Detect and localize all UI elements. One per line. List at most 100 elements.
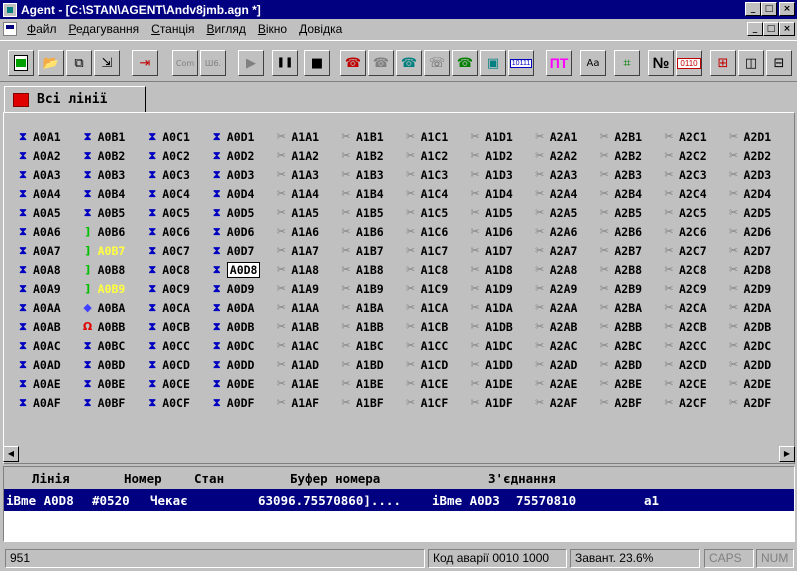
line-cell-a2bc[interactable]: ✂ A2BC xyxy=(597,336,662,355)
line-cell-a0b9[interactable]: ] A0B9 xyxy=(81,279,146,298)
line-cell-a2c2[interactable]: ✂ A2C2 xyxy=(662,146,727,165)
line-cell-a0de[interactable]: ⧗ A0DE xyxy=(210,374,275,393)
line-cell-a0a3[interactable]: ⧗ A0A3 xyxy=(16,165,81,184)
line-cell-a1a9[interactable]: ✂ A1A9 xyxy=(274,279,339,298)
line-cell-a0a8[interactable]: ⧗ A0A8 xyxy=(16,260,81,279)
menu-help[interactable]: Довідка xyxy=(293,20,348,38)
line-cell-a2af[interactable]: ✂ A2AF xyxy=(533,393,598,412)
line-cell-a0db[interactable]: ⧗ A0DB xyxy=(210,317,275,336)
line-cell-a0b4[interactable]: ⧗ A0B4 xyxy=(81,184,146,203)
line-cell-a0dc[interactable]: ⧗ A0DC xyxy=(210,336,275,355)
line-cell-a2d7[interactable]: ✂ A2D7 xyxy=(727,241,792,260)
line-cell-a0d2[interactable]: ⧗ A0D2 xyxy=(210,146,275,165)
line-cell-a0b6[interactable]: ] A0B6 xyxy=(81,222,146,241)
line-cell-a2a6[interactable]: ✂ A2A6 xyxy=(533,222,598,241)
line-cell-a2c5[interactable]: ✂ A2C5 xyxy=(662,203,727,222)
line-cell-a1a6[interactable]: ✂ A1A6 xyxy=(274,222,339,241)
font-button[interactable]: Aa xyxy=(580,50,606,76)
line-cell-a2aa[interactable]: ✂ A2AA xyxy=(533,298,598,317)
menu-file[interactable]: Файл xyxy=(21,20,63,38)
line-cell-a2d4[interactable]: ✂ A2D4 xyxy=(727,184,792,203)
split-vertical-button[interactable]: ◫ xyxy=(738,50,764,76)
number-button[interactable]: № xyxy=(648,50,674,76)
line-cell-a2c7[interactable]: ✂ A2C7 xyxy=(662,241,727,260)
line-cell-a1d2[interactable]: ✂ A1D2 xyxy=(468,146,533,165)
line-cell-a2d9[interactable]: ✂ A2D9 xyxy=(727,279,792,298)
line-cell-a0bc[interactable]: ⧗ A0BC xyxy=(81,336,146,355)
line-cell-a2c4[interactable]: ✂ A2C4 xyxy=(662,184,727,203)
line-cell-a2cc[interactable]: ✂ A2CC xyxy=(662,336,727,355)
bits-button[interactable]: 10111 xyxy=(508,50,534,76)
line-cell-a2da[interactable]: ✂ A2DA xyxy=(727,298,792,317)
line-cell-a0ba[interactable]: ◆ A0BA xyxy=(81,298,146,317)
line-cell-a1a7[interactable]: ✂ A1A7 xyxy=(274,241,339,260)
menu-edit[interactable]: Редагування xyxy=(63,20,146,38)
line-cell-a2bf[interactable]: ✂ A2BF xyxy=(597,393,662,412)
line-cell-a2c9[interactable]: ✂ A2C9 xyxy=(662,279,727,298)
line-cell-a0c3[interactable]: ⧗ A0C3 xyxy=(145,165,210,184)
line-cell-a2ca[interactable]: ✂ A2CA xyxy=(662,298,727,317)
line-cell-a1bf[interactable]: ✂ A1BF xyxy=(339,393,404,412)
line-cell-a2b6[interactable]: ✂ A2B6 xyxy=(597,222,662,241)
line-cell-a2a3[interactable]: ✂ A2A3 xyxy=(533,165,598,184)
line-cell-a0ae[interactable]: ⧗ A0AE xyxy=(16,374,81,393)
table-row[interactable]: iBme A0D8 #0520 Чекає 63096.75570860]...… xyxy=(4,489,794,511)
menu-window[interactable]: Вікно xyxy=(252,20,293,38)
line-cell-a1b4[interactable]: ✂ A1B4 xyxy=(339,184,404,203)
line-cell-a0ce[interactable]: ⧗ A0CE xyxy=(145,374,210,393)
split-horizontal-button[interactable]: ⊟ xyxy=(766,50,792,76)
line-cell-a2b8[interactable]: ✂ A2B8 xyxy=(597,260,662,279)
line-cell-a0ab[interactable]: ⧗ A0AB xyxy=(16,317,81,336)
phone-gray2-button[interactable]: ☏ xyxy=(424,50,450,76)
line-cell-a1dc[interactable]: ✂ A1DC xyxy=(468,336,533,355)
line-cell-a0a7[interactable]: ⧗ A0A7 xyxy=(16,241,81,260)
stop-button[interactable]: ■ xyxy=(304,50,330,76)
bits2-button[interactable]: 0110 xyxy=(676,50,702,76)
line-cell-a2ab[interactable]: ✂ A2AB xyxy=(533,317,598,336)
document-icon[interactable] xyxy=(3,22,17,36)
line-cell-a1b9[interactable]: ✂ A1B9 xyxy=(339,279,404,298)
line-cell-a0a4[interactable]: ⧗ A0A4 xyxy=(16,184,81,203)
line-cell-a1c1[interactable]: ✂ A1C1 xyxy=(404,127,469,146)
line-cell-a0c1[interactable]: ⧗ A0C1 xyxy=(145,127,210,146)
close-button[interactable]: × xyxy=(779,2,795,16)
sh-button[interactable]: Ш6. xyxy=(200,50,226,76)
line-cell-a1b7[interactable]: ✂ A1B7 xyxy=(339,241,404,260)
line-cell-a1a5[interactable]: ✂ A1A5 xyxy=(274,203,339,222)
line-cell-a1ba[interactable]: ✂ A1BA xyxy=(339,298,404,317)
line-cell-a1d5[interactable]: ✂ A1D5 xyxy=(468,203,533,222)
line-cell-a0b3[interactable]: ⧗ A0B3 xyxy=(81,165,146,184)
line-cell-a1ce[interactable]: ✂ A1CE xyxy=(404,374,469,393)
line-cell-a1b1[interactable]: ✂ A1B1 xyxy=(339,127,404,146)
line-cell-a1be[interactable]: ✂ A1BE xyxy=(339,374,404,393)
line-cell-a1c2[interactable]: ✂ A1C2 xyxy=(404,146,469,165)
line-cell-a1cc[interactable]: ✂ A1CC xyxy=(404,336,469,355)
line-cell-a0c4[interactable]: ⧗ A0C4 xyxy=(145,184,210,203)
line-cell-a2c3[interactable]: ✂ A2C3 xyxy=(662,165,727,184)
scroll-track[interactable] xyxy=(19,446,779,462)
line-cell-a1a1[interactable]: ✂ A1A1 xyxy=(274,127,339,146)
line-cell-a2d1[interactable]: ✂ A2D1 xyxy=(727,127,792,146)
line-cell-a1af[interactable]: ✂ A1AF xyxy=(274,393,339,412)
phone-gray-button[interactable]: ☎ xyxy=(368,50,394,76)
line-cell-a2c6[interactable]: ✂ A2C6 xyxy=(662,222,727,241)
line-cell-a1c4[interactable]: ✂ A1C4 xyxy=(404,184,469,203)
minimize-button[interactable]: _ xyxy=(745,2,761,16)
line-cell-a1bb[interactable]: ✂ A1BB xyxy=(339,317,404,336)
line-cell-a0bd[interactable]: ⧗ A0BD xyxy=(81,355,146,374)
phone-cyan-button[interactable]: ☎ xyxy=(396,50,422,76)
mdi-minimize-button[interactable]: _ xyxy=(747,22,763,36)
line-cell-a1aa[interactable]: ✂ A1AA xyxy=(274,298,339,317)
tab-all-lines[interactable]: Всі лінії xyxy=(4,86,146,112)
line-cell-a0af[interactable]: ⧗ A0AF xyxy=(16,393,81,412)
line-cell-a1df[interactable]: ✂ A1DF xyxy=(468,393,533,412)
monitor-button[interactable]: ▣ xyxy=(480,50,506,76)
line-cell-a1b8[interactable]: ✂ A1B8 xyxy=(339,260,404,279)
scroll-right-arrow[interactable]: ▶ xyxy=(779,446,795,462)
horizontal-scrollbar[interactable]: ◀ ▶ xyxy=(3,446,795,462)
line-cell-a2d6[interactable]: ✂ A2D6 xyxy=(727,222,792,241)
line-cell-a0cd[interactable]: ⧗ A0CD xyxy=(145,355,210,374)
connect-button[interactable]: ⊞ xyxy=(710,50,736,76)
line-cell-a2c8[interactable]: ✂ A2C8 xyxy=(662,260,727,279)
line-cell-a0a6[interactable]: ⧗ A0A6 xyxy=(16,222,81,241)
